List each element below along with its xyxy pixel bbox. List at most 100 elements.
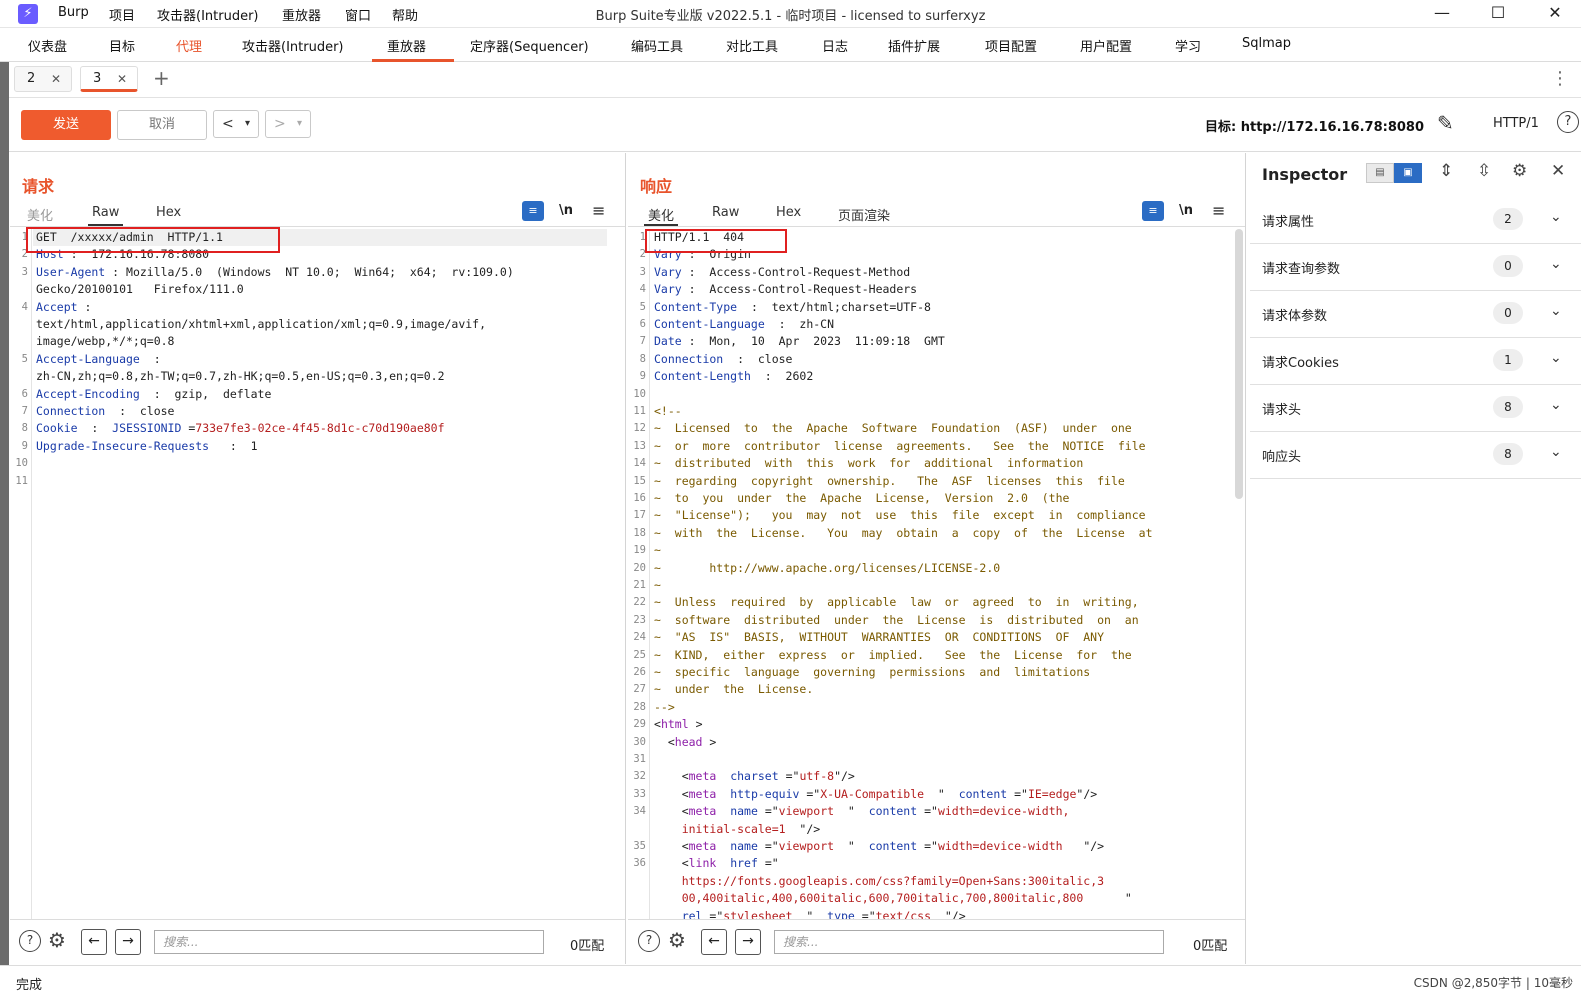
tab-target[interactable]: 目标 [109,36,135,55]
tab-project-options[interactable]: 项目配置 [985,36,1037,55]
code-line: 29 <html > [628,716,1245,733]
word-wrap-icon[interactable]: ≡ [522,201,544,221]
code-token: = [181,421,196,436]
settings-gear-icon[interactable]: ⚙ [48,928,66,952]
settings-gear-icon[interactable]: ⚙ [668,928,686,952]
tab-decoder[interactable]: 编码工具 [631,36,683,55]
more-options-icon[interactable]: ⋮ [1551,68,1569,89]
view-tab-pretty[interactable]: 美化 [643,205,679,226]
code-line: Gecko/20100101 Firefox/111.0 [10,281,625,298]
inspector-section[interactable]: 请求头 8 ⌄ [1250,385,1581,432]
send-button[interactable]: 发送 [21,110,111,140]
view-tab-raw[interactable]: Raw [87,205,124,226]
tab-proxy[interactable]: 代理 [176,36,202,55]
tab-dashboard[interactable]: 仪表盘 [28,36,67,55]
code-line: 14 ~ distributed with this work for addit… [628,455,1245,472]
tab-sqlmap[interactable]: Sqlmap [1242,36,1291,51]
add-tab-icon[interactable]: + [153,66,170,90]
inspector-panel: Inspector ▤ ▣ ⇕ ⇳ ⚙ ✕ 请求属性 2 ⌄ 请求查询参数 0 ⌄ 请求体参… [1250,153,1581,964]
chevron-down-icon[interactable]: ⌄ [1550,303,1562,319]
view-tab-pretty[interactable]: 美化 [27,205,53,224]
protocol-selector[interactable]: HTTP/1 [1493,116,1539,131]
cancel-button[interactable]: 取消 [117,110,207,140]
chevron-down-icon[interactable]: ⌄ [1550,444,1562,460]
tab-learn[interactable]: 学习 [1175,36,1201,55]
chevron-down-icon[interactable]: ⌄ [1550,350,1562,366]
response-scrollbar[interactable] [1235,229,1243,499]
hamburger-menu-icon[interactable]: ≡ [592,201,605,220]
code-text: ~ "License"); you may not use this file … [654,507,1146,524]
code-token: ~ "AS IS" BASIS, WITHOUT WARRANTIES OR C… [654,630,1105,645]
word-wrap-icon[interactable]: ≡ [1142,201,1164,221]
view-tab-hex[interactable]: Hex [776,205,801,220]
inspector-section[interactable]: 请求体参数 0 ⌄ [1250,291,1581,338]
response-editor[interactable]: 1 HTTP/1.1 404 2 Vary : Origin 3 Vary : Acces… [628,229,1245,919]
tab-intruder[interactable]: 攻击器(Intruder) [242,36,344,55]
close-inspector-icon[interactable]: ✕ [1551,161,1565,181]
tab-comparer[interactable]: 对比工具 [726,36,778,55]
code-text: <meta charset ="utf-8"/> [654,768,855,785]
view-tab-hex[interactable]: Hex [156,205,181,220]
inspector-section[interactable]: 响应头 8 ⌄ [1250,432,1581,479]
inspector-section[interactable]: 请求属性 2 ⌄ [1250,197,1581,244]
menu-help[interactable]: 帮助 [392,5,418,24]
next-match-button[interactable]: → [115,929,141,955]
newline-toggle-icon[interactable]: \n [1179,203,1193,218]
close-tab-icon[interactable]: ✕ [51,67,61,91]
match-count: 0匹配 [1193,939,1228,954]
view-tab-render[interactable]: 页面渲染 [838,205,890,224]
menu-project[interactable]: 项目 [109,5,135,24]
tab-repeater[interactable]: 重放器 [387,36,426,55]
inspector-layout-list-icon[interactable]: ▤ [1366,163,1394,183]
code-token: =" [917,804,938,819]
minimize-button[interactable]: — [1422,2,1462,24]
chevron-down-icon[interactable]: ⌄ [1550,256,1562,272]
view-tab-raw[interactable]: Raw [712,205,739,220]
tab-logger[interactable]: 日志 [822,36,848,55]
repeater-tab-3[interactable]: 3 ✕ [80,66,138,92]
tab-extender[interactable]: 插件扩展 [888,36,940,55]
menu-window[interactable]: 窗口 [345,5,371,24]
help-icon[interactable]: ? [1557,111,1579,133]
inspector-layout-panel-icon[interactable]: ▣ [1394,163,1422,183]
menu-intruder[interactable]: 攻击器(Intruder) [157,5,259,24]
newline-toggle-icon[interactable]: \n [559,203,573,218]
close-window-button[interactable]: ✕ [1535,2,1575,24]
edit-target-icon[interactable]: ✎ [1437,111,1454,135]
response-search-input[interactable]: 搜索... [774,930,1164,954]
inspector-section-label: 请求Cookies [1262,356,1339,371]
code-text: ~ under the License. [654,681,813,698]
request-editor[interactable]: 1 GET /xxxxx/admin HTTP/1.1 2 Host : 172.16… [10,229,625,919]
code-text: rel ="stylesheet " type ="text/css "/> [654,908,966,919]
tab-user-options[interactable]: 用户配置 [1080,36,1132,55]
chevron-down-icon[interactable]: ⌄ [1550,397,1562,413]
help-icon[interactable]: ? [638,930,660,952]
code-text: 00,400italic,400,600italic,600,700italic… [654,890,1132,907]
inspector-section[interactable]: 请求Cookies 1 ⌄ [1250,338,1581,385]
back-history-button[interactable]: < ▾ [213,110,259,138]
tab-sequencer[interactable]: 定序器(Sequencer) [470,36,589,55]
response-panel: 响应 美化 Raw Hex 页面渲染 ≡ \n ≡ 1 HTTP/1.1 404 2… [628,153,1246,964]
code-text: Accept-Encoding : gzip, deflate [36,386,271,403]
inspector-settings-gear-icon[interactable]: ⚙ [1512,161,1527,181]
title-bar: ⚡ Burp 项目 攻击器(Intruder) 重放器 窗口 帮助 Burp S… [0,0,1581,28]
previous-match-button[interactable]: ← [81,929,107,955]
help-icon[interactable]: ? [19,930,41,952]
inspector-section[interactable]: 请求查询参数 0 ⌄ [1250,244,1581,291]
chevron-down-icon[interactable]: ⌄ [1550,209,1562,225]
request-search-input[interactable]: 搜索... [154,930,544,954]
menu-repeater[interactable]: 重放器 [282,5,321,24]
maximize-button[interactable]: ☐ [1478,2,1518,24]
line-number: 5 [21,352,28,365]
previous-match-button[interactable]: ← [701,929,727,955]
forward-history-button[interactable]: > ▾ [265,110,311,138]
hamburger-menu-icon[interactable]: ≡ [1212,201,1225,220]
code-token: 733e7fe3-02ce-4f45-8d1c-c70d190ae80f [195,421,445,436]
repeater-tab-2[interactable]: 2 ✕ [14,66,72,92]
code-token: charset [730,769,779,784]
collapse-all-icon[interactable]: ⇳ [1477,161,1491,181]
close-tab-icon[interactable]: ✕ [117,67,127,91]
next-match-button[interactable]: → [735,929,761,955]
expand-all-icon[interactable]: ⇕ [1439,161,1453,181]
code-token: type [827,908,855,919]
